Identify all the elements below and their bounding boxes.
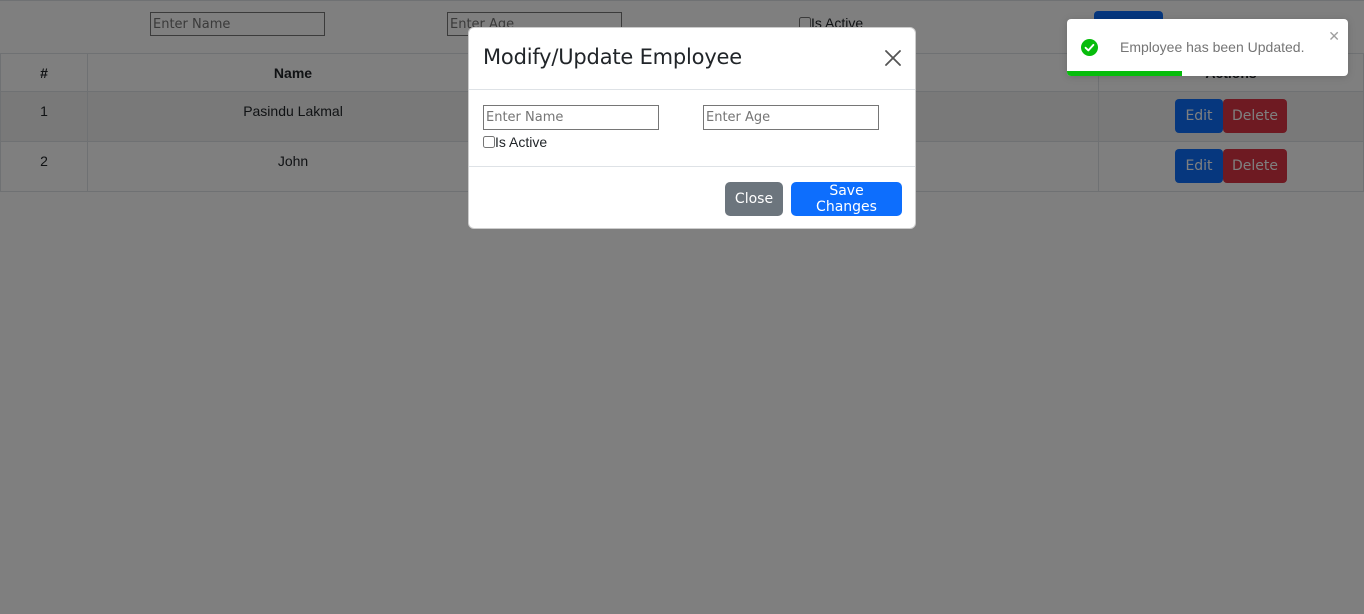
modal-age-input[interactable]	[703, 105, 879, 130]
success-toast[interactable]: Employee has been Updated. ✕	[1067, 19, 1348, 76]
close-icon[interactable]	[883, 48, 903, 68]
toast-progress-bar	[1067, 71, 1183, 76]
close-icon-glyph	[885, 50, 901, 66]
toast-progress-track	[1067, 71, 1348, 76]
modal-active-label: Is Active	[495, 134, 548, 150]
toast-message: Employee has been Updated.	[1120, 39, 1305, 55]
modal-name-input[interactable]	[483, 105, 659, 130]
modal-title: Modify/Update Employee	[483, 45, 742, 69]
save-changes-button[interactable]: Save Changes	[791, 182, 902, 216]
toast-close-icon[interactable]: ✕	[1328, 29, 1340, 43]
check-circle-icon	[1081, 39, 1098, 56]
modal-active-checkbox[interactable]	[483, 136, 495, 148]
modal-footer: Close Save Changes	[469, 167, 915, 229]
modal-active-checkbox-label: Is Active	[483, 134, 547, 150]
modal-body: Is Active	[469, 90, 915, 167]
update-employee-modal: Modify/Update Employee Is Active Close S…	[468, 27, 916, 229]
close-button[interactable]: Close	[725, 182, 783, 216]
modal-header: Modify/Update Employee	[469, 28, 915, 90]
